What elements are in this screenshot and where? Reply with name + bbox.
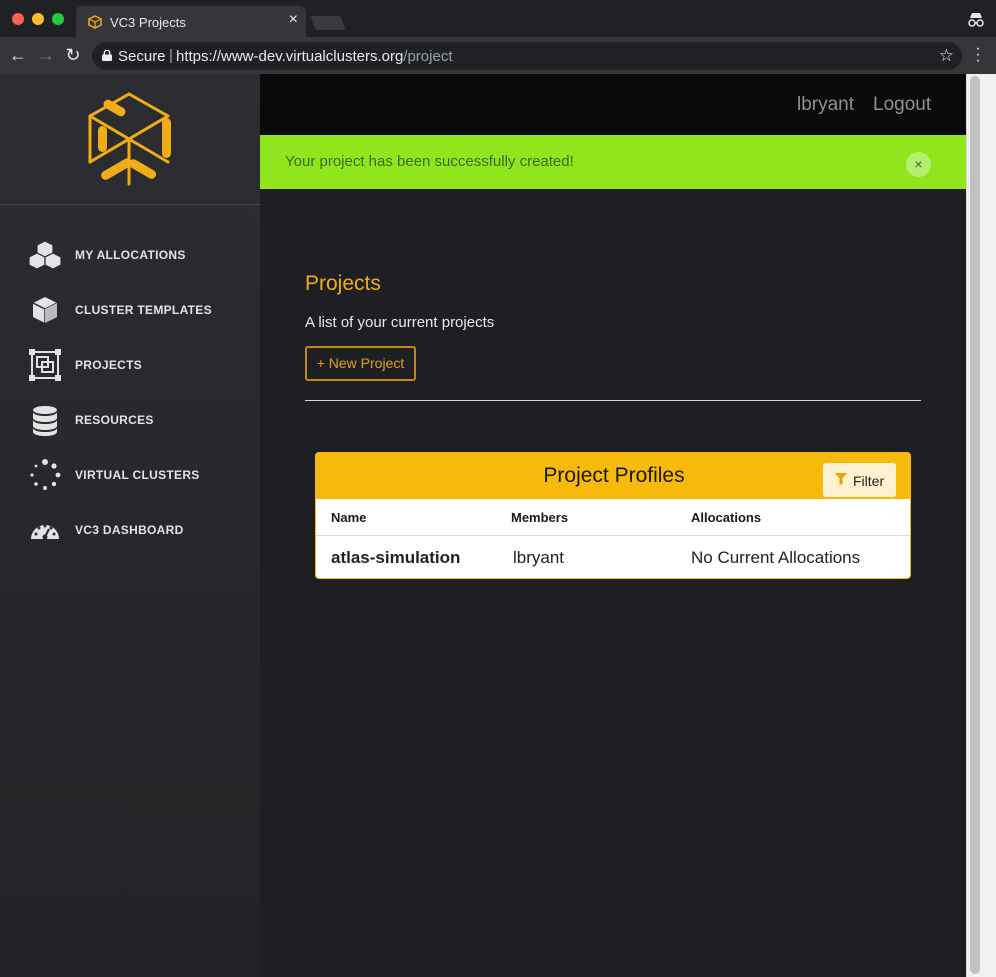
project-members-cell: lbryant [513,548,565,567]
bookmark-star-icon[interactable]: ☆ [939,46,954,66]
secure-label: Secure [118,48,166,65]
window-minimize-button[interactable] [32,13,44,25]
reload-icon[interactable]: ↻ [63,45,83,65]
filter-icon [835,473,847,485]
user-profile-link[interactable]: lbryant [797,94,854,116]
page-scrollbar[interactable] [966,74,996,977]
sidebar: MY ALLOCATIONS CLUSTER TEMPLATES PROJECT… [0,74,260,977]
sidebar-item-virtual-clusters[interactable]: VIRTUAL CLUSTERS [0,455,260,495]
vc3-logo[interactable] [82,92,176,186]
filter-button[interactable]: Filter [823,463,896,497]
alert-close-button[interactable]: × [906,152,931,177]
project-name-cell[interactable]: atlas-simulation [331,548,460,568]
cube-icon [32,297,58,323]
sidebar-item-label: RESOURCES [75,413,154,427]
browser-titlebar: VC3 Projects × [0,0,996,37]
browser-tab[interactable]: VC3 Projects × [76,6,306,37]
url-host: https://www-dev.virtualclusters.org [176,48,404,65]
url-text[interactable]: https://www-dev.virtualclusters.org/proj… [176,48,453,65]
address-bar[interactable]: Secure | https://www-dev.virtualclusters… [92,42,962,70]
column-header-name[interactable]: Name [331,510,366,525]
dashboard-icon [31,524,59,540]
card-header: Project Profiles Filter [316,453,910,499]
spinner-icon [30,459,61,490]
window-zoom-button[interactable] [52,13,64,25]
back-arrow-icon[interactable]: ← [8,45,28,65]
browser-toolbar: ← → ↻ Secure | https://www-dev.virtualcl… [0,37,996,74]
cubes-icon [28,240,62,270]
top-navbar: lbryant Logout [260,74,966,135]
incognito-icon [968,13,984,27]
divider [305,400,921,401]
logo-area [0,74,260,205]
sidebar-item-cluster-templates[interactable]: CLUSTER TEMPLATES [0,290,260,330]
main-content: lbryant Logout Your project has been suc… [260,74,966,977]
sidebar-item-label: CLUSTER TEMPLATES [75,303,212,317]
sidebar-item-label: MY ALLOCATIONS [75,248,186,262]
column-header-members[interactable]: Members [511,510,568,525]
logout-link[interactable]: Logout [873,94,931,116]
project-allocations-cell: No Current Allocations [691,548,861,567]
database-icon [33,406,57,436]
sidebar-item-projects[interactable]: PROJECTS [0,345,260,385]
tab-title: VC3 Projects [110,15,186,30]
success-alert: Your project has been successfully creat… [260,135,966,189]
page: MY ALLOCATIONS CLUSTER TEMPLATES PROJECT… [0,74,966,977]
sidebar-item-label: VIRTUAL CLUSTERS [75,468,200,482]
filter-label: Filter [853,473,885,489]
card-title: Project Profiles [543,464,685,487]
column-header-allocations[interactable]: Allocations [691,510,761,525]
alert-message: Your project has been successfully creat… [285,153,574,170]
object-group-icon [29,349,61,381]
sidebar-item-vc3-dashboard[interactable]: VC3 DASHBOARD [0,510,260,550]
sidebar-item-label: PROJECTS [75,358,143,372]
vc3-favicon-icon [88,15,102,29]
new-project-button[interactable]: + New Project [305,346,416,381]
scrollbar-thumb[interactable] [970,76,980,974]
sidebar-item-my-allocations[interactable]: MY ALLOCATIONS [0,235,260,275]
forward-arrow-icon[interactable]: → [36,45,56,65]
header-divider [316,535,910,536]
page-subtitle: A list of your current projects [305,314,495,331]
url-path: /project [403,48,453,65]
new-tab-button[interactable] [310,16,346,30]
url-separator: | [169,47,173,64]
tab-close-icon[interactable]: × [289,11,298,29]
sidebar-item-resources[interactable]: RESOURCES [0,400,260,440]
lock-icon [102,50,112,61]
page-title: Projects [305,272,381,295]
window-close-button[interactable] [12,13,24,25]
project-profiles-card: Project Profiles Filter Name Members All… [315,452,911,579]
sidebar-item-label: VC3 DASHBOARD [75,523,184,537]
browser-menu-icon[interactable]: · · · [972,41,984,69]
